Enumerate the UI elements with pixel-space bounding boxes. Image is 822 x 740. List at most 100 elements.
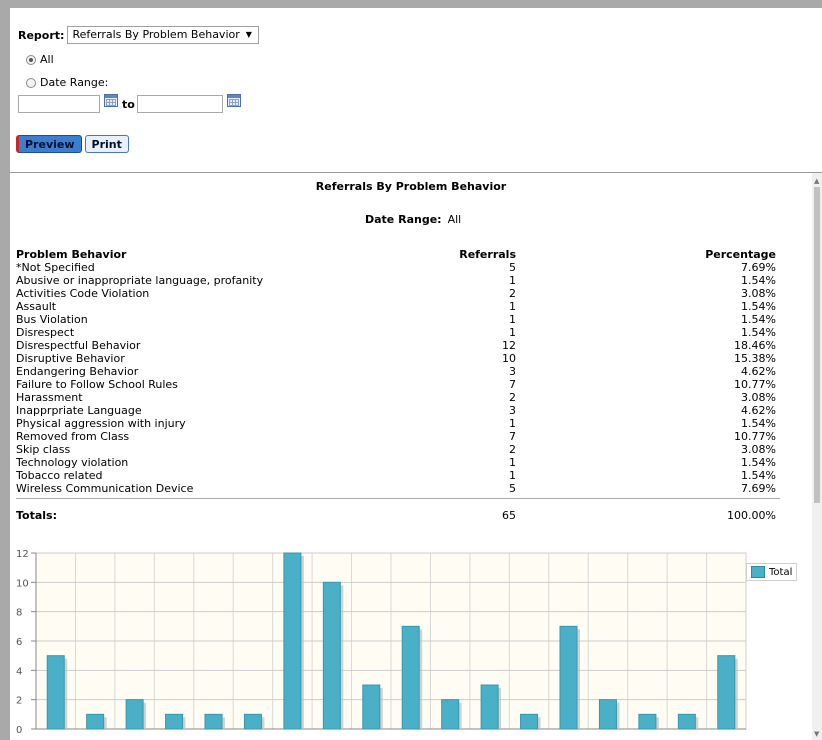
bar: [322, 581, 341, 730]
print-button[interactable]: Print: [84, 135, 129, 153]
report-select[interactable]: Referrals By Problem Behavior ▼: [67, 26, 259, 44]
table-row: Failure to Follow School Rules 7 10.77%: [16, 378, 812, 391]
table-row: Bus Violation 1 1.54%: [16, 313, 812, 326]
y-tick-label: 6: [16, 637, 22, 648]
report-date-range: Date Range: All: [365, 213, 461, 226]
totals-referrals: 65: [502, 509, 516, 522]
bar: [165, 713, 184, 730]
row-behavior: Bus Violation: [16, 313, 88, 326]
row-percentage: 4.62%: [741, 404, 776, 417]
to-label: to: [122, 97, 135, 111]
report-preview-panel: Referrals By Problem Behavior Date Range…: [10, 173, 812, 740]
radio-all[interactable]: [26, 54, 36, 65]
row-behavior: Technology violation: [16, 456, 129, 469]
table-row: Disruptive Behavior 10 15.38%: [16, 352, 812, 365]
end-date-input[interactable]: [136, 95, 223, 113]
row-referrals: 2: [509, 391, 516, 404]
row-behavior: Abusive or inappropriate language, profa…: [16, 274, 264, 287]
chart-svg: 0 2 4 6 8 10 12: [16, 549, 747, 736]
row-behavior: Removed from Class: [16, 430, 130, 443]
row-percentage: 1.54%: [741, 313, 776, 326]
row-percentage: 15.38%: [734, 352, 776, 365]
referrals-bar-chart: 0 2 4 6 8 10 12: [10, 543, 812, 740]
report-selector-row: Report: Referrals By Problem Behavior ▼: [18, 26, 259, 44]
column-header-referrals: Referrals: [459, 248, 516, 261]
radio-all-label: All: [40, 53, 54, 66]
table-row: Endangering Behavior 3 4.62%: [16, 365, 812, 378]
row-behavior: Skip class: [16, 443, 71, 456]
report-table: Problem Behavior Referrals Percentage *N…: [16, 248, 812, 495]
row-referrals: 1: [509, 326, 516, 339]
totals-row: Totals: 65 100.00%: [16, 509, 812, 523]
table-row: Technology violation 1 1.54%: [16, 456, 812, 469]
row-behavior: Tobacco related: [16, 469, 103, 482]
row-percentage: 7.69%: [741, 261, 776, 274]
preview-button[interactable]: Preview: [16, 135, 82, 153]
table-row: Inapprpriate Language 3 4.62%: [16, 404, 812, 417]
row-percentage: 7.69%: [741, 482, 776, 495]
y-tick-label: 2: [16, 696, 22, 707]
row-percentage: 10.77%: [734, 430, 776, 443]
bar: [362, 684, 381, 730]
row-percentage: 1.54%: [741, 469, 776, 482]
date-range-inputs: to: [18, 93, 243, 113]
row-behavior: Inapprpriate Language: [16, 404, 142, 417]
totals-label: Totals:: [16, 509, 57, 522]
scroll-up-arrow-icon[interactable]: ▲: [814, 177, 819, 185]
calendar-icon[interactable]: [104, 93, 118, 107]
row-referrals: 2: [509, 443, 516, 456]
scroll-down-arrow-icon[interactable]: ▼: [814, 730, 819, 738]
table-row: *Not Specified 5 7.69%: [16, 261, 812, 274]
start-date-input[interactable]: [18, 95, 100, 113]
row-percentage: 1.54%: [741, 326, 776, 339]
radio-date-range-label: Date Range:: [40, 76, 109, 89]
report-select-value: Referrals By Problem Behavior: [72, 28, 240, 41]
row-percentage: 1.54%: [741, 300, 776, 313]
row-percentage: 4.62%: [741, 365, 776, 378]
bar: [204, 713, 223, 730]
row-referrals: 1: [509, 456, 516, 469]
action-buttons: Preview Print: [16, 135, 132, 153]
bar: [243, 713, 262, 730]
table-row: Physical aggression with injury 1 1.54%: [16, 417, 812, 430]
row-percentage: 1.54%: [741, 417, 776, 430]
scroll-thumb[interactable]: [814, 187, 820, 503]
table-row: Activities Code Violation 2 3.08%: [16, 287, 812, 300]
bar: [86, 713, 105, 730]
chart-legend: Total: [746, 563, 798, 581]
bar: [520, 713, 539, 730]
row-referrals: 3: [509, 365, 516, 378]
row-behavior: Failure to Follow School Rules: [16, 378, 178, 391]
report-scrollbar[interactable]: ▲ ▼: [812, 173, 822, 740]
bar: [401, 625, 420, 730]
y-tick-label: 12: [16, 549, 29, 560]
radio-all-row[interactable]: All: [26, 53, 54, 66]
table-body: *Not Specified 5 7.69% Abusive or inappropr…: [16, 261, 812, 495]
calendar-icon[interactable]: [226, 93, 241, 107]
totals-divider: [16, 498, 780, 499]
row-referrals: 7: [509, 378, 516, 391]
table-row: Disrespectful Behavior 12 18.46%: [16, 339, 812, 352]
radio-date-range-row[interactable]: Date Range:: [26, 76, 108, 89]
row-behavior: Endangering Behavior: [16, 365, 139, 378]
row-percentage: 3.08%: [741, 287, 776, 300]
window-frame-left: [0, 0, 10, 740]
window-frame-top: [0, 0, 822, 8]
row-behavior: Disrespectful Behavior: [16, 339, 141, 352]
bar: [441, 699, 460, 730]
date-range-value: All: [447, 213, 462, 226]
row-referrals: 12: [502, 339, 516, 352]
row-referrals: 5: [509, 482, 516, 495]
row-behavior: Disruptive Behavior: [16, 352, 125, 365]
bar: [717, 655, 736, 730]
row-percentage: 10.77%: [734, 378, 776, 391]
bar: [125, 699, 144, 730]
row-behavior: *Not Specified: [16, 261, 95, 274]
table-row: Harassment 2 3.08%: [16, 391, 812, 404]
report-options-panel: Report: Referrals By Problem Behavior ▼ …: [10, 8, 822, 173]
y-tick-label: 0: [16, 725, 22, 736]
table-row: Tobacco related 1 1.54%: [16, 469, 812, 482]
date-range-label: Date Range:: [365, 213, 442, 226]
row-referrals: 1: [509, 313, 516, 326]
radio-date-range[interactable]: [26, 77, 36, 88]
